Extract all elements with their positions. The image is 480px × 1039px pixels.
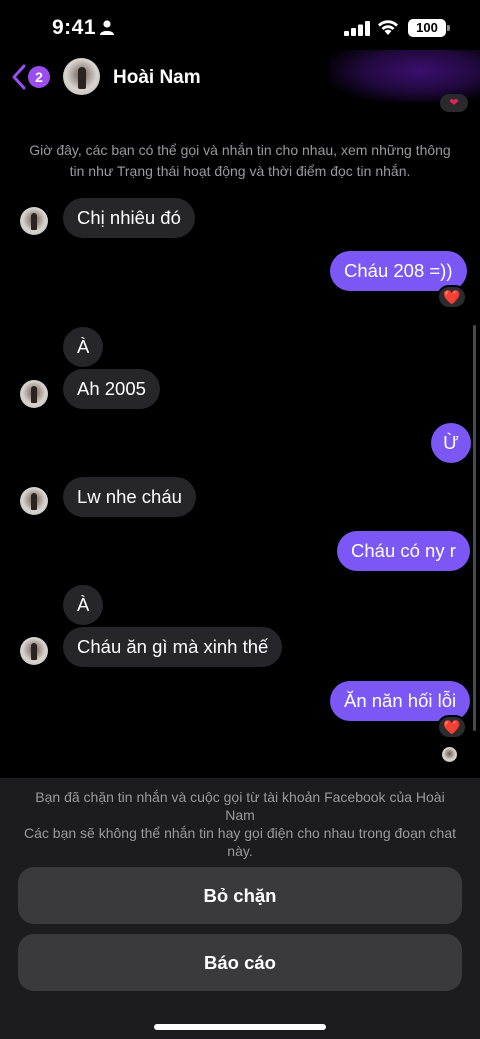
back-button[interactable]: 2 (12, 63, 52, 91)
message-bubble-incoming[interactable]: Lw nhe cháu (63, 477, 196, 517)
chat-header: 2 Hoài Nam ❤ (0, 50, 480, 112)
message-bubble-outgoing[interactable]: Cháu có ny r (337, 531, 470, 571)
status-time: 9:41 (52, 16, 97, 39)
message-bubble-incoming[interactable]: À (63, 327, 104, 367)
status-bar: 9:41 100 (0, 0, 480, 56)
wifi-icon (378, 20, 398, 35)
block-notice-title: Bạn đã chặn tin nhắn và cuộc gọi từ tài … (35, 789, 445, 823)
message-bubble-outgoing[interactable]: Ừ (431, 423, 471, 463)
chevron-left-icon (12, 64, 26, 90)
report-button[interactable]: Báo cáo (18, 934, 462, 991)
blocked-panel: Bạn đã chặn tin nhắn và cuộc gọi từ tài … (0, 778, 480, 1039)
sender-avatar[interactable] (20, 637, 48, 665)
home-indicator[interactable] (154, 1024, 326, 1030)
person-icon (100, 20, 114, 35)
unread-count-badge: 2 (28, 66, 50, 88)
conversation-system-note: Giờ đây, các bạn có thể gọi và nhắn tin … (29, 142, 451, 179)
block-notice-description: Các bạn sẽ không thể nhắn tin hay gọi đi… (24, 825, 456, 859)
unblock-button[interactable]: Bỏ chặn (18, 867, 462, 924)
scrollbar[interactable] (473, 325, 476, 731)
heart-reaction-icon[interactable]: ❤️ (437, 285, 467, 309)
battery-icon (447, 25, 450, 31)
message-bubble-incoming[interactable]: Cháu ăn gì mà xinh thế (63, 627, 283, 667)
battery-level: 100 (408, 19, 446, 37)
contact-name[interactable]: Hoài Nam (113, 67, 201, 89)
sender-avatar[interactable] (20, 380, 48, 408)
contact-avatar[interactable] (63, 58, 100, 95)
heart-reaction-icon: ❤ (440, 94, 468, 112)
message-bubble-incoming[interactable]: Ah 2005 (63, 369, 160, 409)
seen-receipt-avatar (442, 747, 457, 762)
message-bubble-incoming[interactable]: Chị nhiêu đó (63, 198, 195, 238)
sender-avatar[interactable] (20, 207, 48, 235)
sender-avatar[interactable] (20, 487, 48, 515)
message-bubble-incoming[interactable]: À (63, 585, 104, 625)
cellular-signal-icon (344, 21, 370, 36)
heart-reaction-icon[interactable]: ❤️ (437, 715, 467, 739)
block-notice: Bạn đã chặn tin nhắn và cuộc gọi từ tài … (20, 788, 460, 860)
